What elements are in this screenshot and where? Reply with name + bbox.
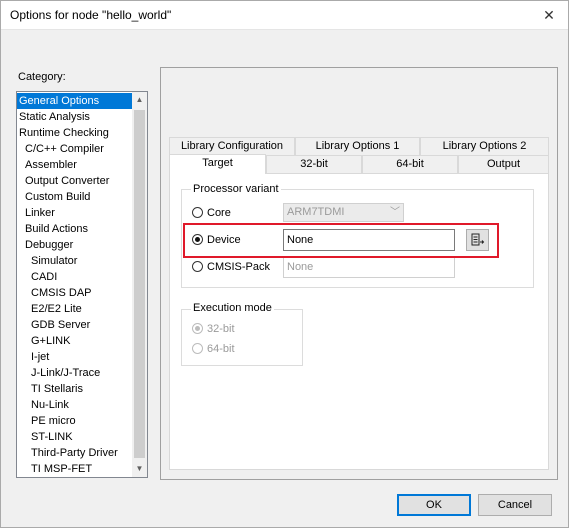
- category-item[interactable]: Linker: [17, 205, 132, 221]
- chevron-down-icon: ﹀: [390, 207, 400, 218]
- core-radio[interactable]: Core: [192, 205, 231, 221]
- device-radio[interactable]: Device: [192, 232, 241, 248]
- category-label: Category:: [18, 71, 66, 83]
- mode-32-bit-label: 32-bit: [207, 323, 235, 335]
- scrollbar-thumb[interactable]: [134, 110, 145, 458]
- core-select-value: ARM7TDMI: [287, 206, 345, 218]
- category-item[interactable]: Static Analysis: [17, 109, 132, 125]
- tab-library-options-1[interactable]: Library Options 1: [295, 137, 420, 155]
- mode-32-bit-radio: 32-bit: [192, 321, 235, 337]
- tab-library-options-2[interactable]: Library Options 2: [420, 137, 549, 155]
- tab-output[interactable]: Output: [458, 155, 549, 173]
- cancel-button[interactable]: Cancel: [478, 494, 552, 516]
- category-item[interactable]: General Options: [17, 93, 132, 109]
- category-item[interactable]: Nu-Link: [17, 397, 132, 413]
- category-scrollbar[interactable]: ▲ ▼: [132, 92, 147, 477]
- scroll-down-icon[interactable]: ▼: [132, 461, 147, 477]
- category-item[interactable]: I-jet: [17, 349, 132, 365]
- category-item[interactable]: TI Stellaris: [17, 381, 132, 397]
- mode-64-bit-radio: 64-bit: [192, 341, 235, 357]
- category-item[interactable]: J-Link/J-Trace: [17, 365, 132, 381]
- category-item[interactable]: GDB Server: [17, 317, 132, 333]
- mode-32-bit-radio-button: [192, 323, 203, 334]
- category-item[interactable]: C/C++ Compiler: [17, 141, 132, 157]
- cmsis-pack-radio-button[interactable]: [192, 261, 203, 272]
- category-list[interactable]: General Options Static Analysis Runtime Ch…: [16, 91, 148, 478]
- category-item[interactable]: E2/E2 Lite: [17, 301, 132, 317]
- category-item[interactable]: Third-Party Driver: [17, 445, 132, 461]
- execution-mode-label: Execution mode: [191, 302, 274, 314]
- tab-library-configuration[interactable]: Library Configuration: [169, 137, 295, 155]
- cmsis-pack-label: CMSIS-Pack: [207, 261, 270, 273]
- category-item[interactable]: ST-LINK: [17, 429, 132, 445]
- category-item[interactable]: Build Actions: [17, 221, 132, 237]
- device-list-icon: [471, 233, 485, 246]
- tab-64-bit[interactable]: 64-bit: [362, 155, 458, 173]
- title-bar: Options for node "hello_world" ✕: [0, 0, 569, 30]
- cmsis-pack-field: None: [283, 256, 455, 278]
- category-item[interactable]: CMSIS DAP: [17, 285, 132, 301]
- mode-64-bit-radio-button: [192, 343, 203, 354]
- window-title: Options for node "hello_world": [10, 8, 172, 22]
- execution-mode-group: [181, 309, 303, 366]
- category-item[interactable]: TI MSP-FET: [17, 461, 132, 477]
- device-label: Device: [207, 234, 241, 246]
- category-item[interactable]: Custom Build: [17, 189, 132, 205]
- core-label: Core: [207, 207, 231, 219]
- ok-button[interactable]: OK: [397, 494, 471, 516]
- core-select: ARM7TDMI ﹀: [283, 203, 404, 222]
- category-items: General Options Static Analysis Runtime Ch…: [17, 93, 132, 477]
- category-item[interactable]: Simulator: [17, 253, 132, 269]
- category-item[interactable]: G+LINK: [17, 333, 132, 349]
- scroll-up-icon[interactable]: ▲: [132, 92, 147, 108]
- core-radio-button[interactable]: [192, 207, 203, 218]
- tab-32-bit[interactable]: 32-bit: [266, 155, 362, 173]
- category-item[interactable]: PE micro: [17, 413, 132, 429]
- mode-64-bit-label: 64-bit: [207, 343, 235, 355]
- close-icon[interactable]: ✕: [539, 5, 559, 25]
- processor-variant-label: Processor variant: [191, 183, 281, 195]
- tab-target[interactable]: Target: [169, 154, 266, 174]
- category-item[interactable]: Assembler: [17, 157, 132, 173]
- category-item[interactable]: CADI: [17, 269, 132, 285]
- cmsis-pack-radio[interactable]: CMSIS-Pack: [192, 259, 270, 275]
- device-select-button[interactable]: [466, 229, 489, 251]
- category-item[interactable]: Output Converter: [17, 173, 132, 189]
- device-radio-button[interactable]: [192, 234, 203, 245]
- category-item[interactable]: Runtime Checking: [17, 125, 132, 141]
- device-field[interactable]: None: [283, 229, 455, 251]
- category-item[interactable]: Debugger: [17, 237, 132, 253]
